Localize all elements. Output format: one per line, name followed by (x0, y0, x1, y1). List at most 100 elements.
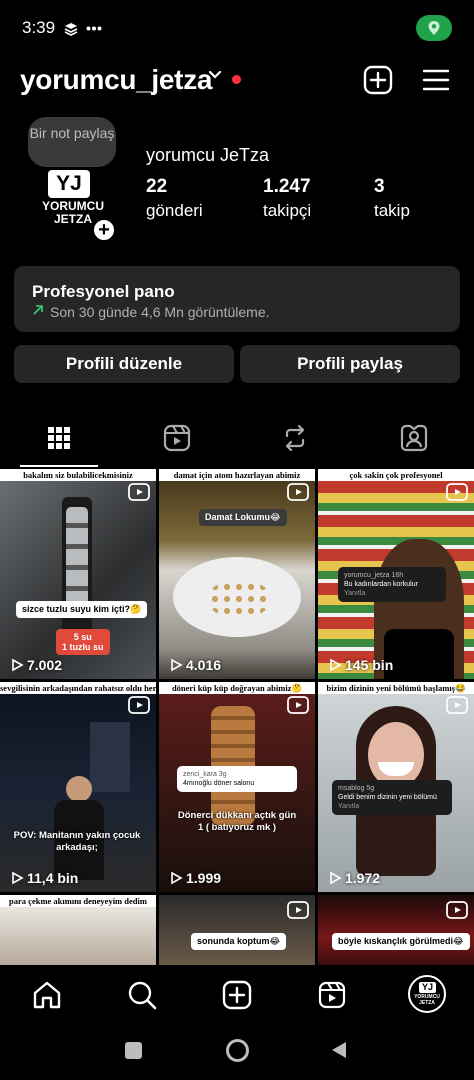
post-caption: döneri küp küp doğrayan abimiz🤔 (159, 682, 315, 694)
grid-post-3[interactable]: çok sakin çok profesyonel yorumcu_jetza … (318, 469, 474, 679)
create-icon[interactable] (221, 979, 253, 1011)
post-views: 145 bin (328, 657, 393, 673)
posts-count[interactable]: 22 (146, 176, 167, 198)
reel-icon (128, 483, 150, 501)
grid-icon[interactable] (43, 422, 75, 454)
status-bar: 3:39 (0, 0, 474, 56)
grid-post-8[interactable]: sonunda koptum😂 (159, 895, 315, 965)
post-views: 1.972 (328, 870, 380, 886)
grid-post-9[interactable]: böyle kıskançlık görülmedi😂 (318, 895, 474, 965)
followers-count[interactable]: 1.247 (263, 176, 311, 198)
reel-icon (287, 901, 309, 919)
recents-button[interactable] (125, 1042, 142, 1059)
reel-icon (446, 696, 468, 714)
avatar-logo: YJ (48, 170, 90, 198)
comment-user: msablog 5g (338, 785, 375, 792)
views-count: 11,4 bin (27, 870, 79, 886)
bottom-nav: YJ YORUMCU JETZA (0, 965, 474, 1025)
post-caption: damat için atom hazırlayan abimiz (159, 469, 315, 481)
views-count: 7.002 (27, 657, 63, 673)
stack-icon (64, 23, 78, 36)
comment-reply: Yanıtla (344, 590, 366, 597)
post-views: 11,4 bin (10, 870, 78, 886)
profile-username[interactable]: yorumcu_jetza (20, 64, 212, 96)
post-overlay-text: POV: Manitanın yakın çocuk arkadaşı; (13, 830, 141, 853)
back-button[interactable] (330, 1040, 348, 1060)
comment-sticker: yorumcu_jetza 16h Bu kadınlardan korkulu… (338, 567, 446, 602)
post-views: 7.002 (10, 657, 62, 673)
professional-dashboard[interactable]: Profesyonel pano Son 30 günde 4,6 Mn gör… (14, 266, 460, 332)
note-text: Bir not paylaş (29, 125, 115, 141)
comment-text: Bu kadınlardan korkulur (344, 581, 418, 588)
add-story-icon[interactable]: + (92, 218, 116, 242)
posts-grid: bakalım siz bulabilicekmisiniz sizce tuz… (0, 469, 474, 965)
reel-icon (287, 696, 309, 714)
grid-post-4[interactable]: sevgilisinin arkadaşından rahatsız oldu … (0, 682, 156, 892)
comment-text: Geldi benim dizinin yeni bölümü (338, 794, 437, 801)
post-caption: bakalım siz bulabilicekmisiniz (0, 469, 156, 481)
menu-icon[interactable] (420, 64, 452, 96)
play-count-icon (330, 658, 342, 672)
reel-icon (446, 901, 468, 919)
comment-sticker: msablog 5g Geldi benim dizinin yeni bölü… (332, 780, 452, 815)
post-caption: para çekme akımını deneyeyim dedim (0, 895, 156, 907)
comment-user: zenci_kara 3g (183, 771, 227, 778)
post-overlay-text: Damat Lokumu😂 (199, 509, 287, 526)
grid-post-6[interactable]: bizim dizinin yeni bölümü başlamış😂 msab… (318, 682, 474, 892)
post-caption: çok sakin çok profesyonel (318, 469, 474, 481)
grid-post-2[interactable]: damat için atom hazırlayan abimiz Damat … (159, 469, 315, 679)
reel-icon (128, 696, 150, 714)
post-overlay-text: böyle kıskançlık görülmedi😂 (332, 933, 470, 950)
home-button[interactable] (226, 1039, 249, 1062)
trend-arrow-icon (33, 305, 43, 315)
status-time: 3:39 (22, 18, 56, 37)
chevron-down-icon[interactable] (208, 70, 222, 80)
comment-reply: Yanıtla (338, 803, 360, 810)
repost-icon[interactable] (279, 422, 311, 454)
followers-label[interactable]: takipçi (263, 201, 311, 221)
dashboard-subtitle: Son 30 günde 4,6 Mn görüntüleme. (50, 304, 270, 320)
play-count-icon (330, 871, 342, 885)
play-count-icon (171, 871, 183, 885)
play-count-icon (12, 658, 24, 672)
reel-icon (446, 483, 468, 501)
views-count: 145 bin (345, 657, 394, 673)
post-caption: bizim dizinin yeni bölümü başlamış😂 (318, 682, 474, 694)
edit-profile-button[interactable]: Profili düzenle (14, 345, 234, 383)
following-count[interactable]: 3 (374, 176, 385, 198)
nav-avatar-text-2: JETZA (419, 1000, 435, 1006)
grid-post-7[interactable]: para çekme akımını deneyeyim dedim (0, 895, 156, 965)
home-icon[interactable] (31, 979, 63, 1011)
post-caption: sevgilisinin arkadaşından rahatsız oldu … (0, 682, 156, 694)
comment-user: yorumcu_jetza 16h (344, 572, 404, 579)
post-overlay-text-2: 5 su 1 tuzlu su (56, 629, 110, 655)
posts-label[interactable]: gönderi (146, 201, 203, 221)
create-post-icon[interactable] (362, 64, 394, 96)
system-nav-bar (0, 1025, 474, 1080)
views-count: 1.999 (186, 870, 222, 886)
notification-dot (232, 75, 241, 84)
tagged-icon[interactable] (398, 422, 430, 454)
grid-post-1[interactable]: bakalım siz bulabilicekmisiniz sizce tuz… (0, 469, 156, 679)
profile-avatar[interactable]: YJ YORUMCU JETZA (408, 975, 446, 1013)
note-bubble[interactable]: Bir not paylaş (28, 117, 116, 167)
post-views: 1.999 (169, 870, 221, 886)
nav-avatar-logo: YJ (419, 982, 436, 993)
play-count-icon (12, 871, 24, 885)
reels-tab-icon[interactable] (161, 422, 193, 454)
reels-icon[interactable] (316, 979, 348, 1011)
dashboard-title: Profesyonel pano (32, 282, 175, 301)
reel-icon (287, 483, 309, 501)
post-overlay-text: Dönerci dükkanı açtık gün 1 ( batıyoruz … (177, 810, 297, 833)
share-profile-button[interactable]: Profili paylaş (240, 345, 460, 383)
display-name: yorumcu JeTza (146, 145, 270, 165)
grid-post-5[interactable]: döneri küp küp doğrayan abimiz🤔 zenci_ka… (159, 682, 315, 892)
more-dots-icon (86, 26, 102, 31)
active-tab-indicator (20, 465, 98, 467)
comment-sticker: zenci_kara 3g 4mınoğlu döner salonu (177, 766, 297, 792)
location-pin-icon (428, 21, 440, 35)
search-icon[interactable] (126, 979, 158, 1011)
views-count: 1.972 (345, 870, 381, 886)
following-label[interactable]: takip (374, 201, 410, 221)
views-count: 4.016 (186, 657, 222, 673)
